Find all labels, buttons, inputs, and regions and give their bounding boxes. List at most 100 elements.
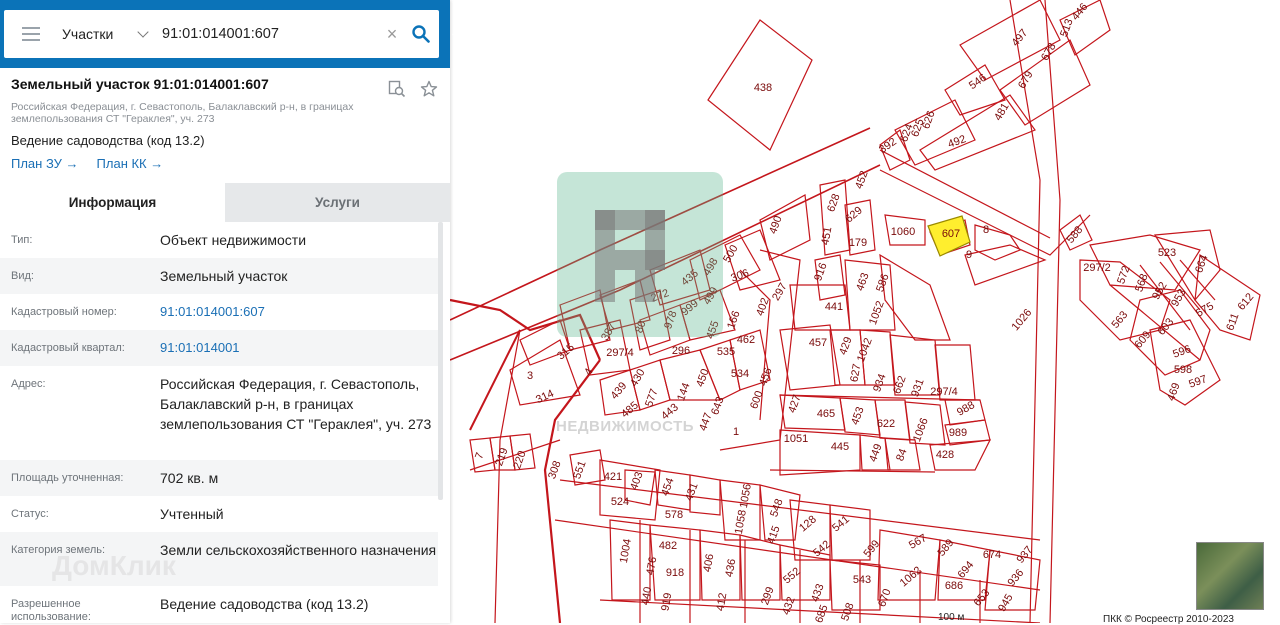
info-row-status: Статус: Учтенный xyxy=(0,496,438,532)
parcel-label: 685 xyxy=(813,603,831,623)
parcel-label: 9 xyxy=(966,249,972,261)
info-row-type: Тип: Объект недвижимости xyxy=(0,222,438,258)
info-value: Ведение садоводства (код 13.2) xyxy=(160,596,369,612)
parcel-address-short: Российская Федерация, г. Севастополь, Ба… xyxy=(11,101,354,125)
parcel-label: 916 xyxy=(812,261,830,282)
parcel-label: 508 xyxy=(839,601,857,622)
collapse-panel-button[interactable] xyxy=(448,18,465,50)
parcel-label: 451 xyxy=(819,226,834,246)
map-scale: 100 м xyxy=(938,612,965,623)
parcel-label: 315 xyxy=(555,341,577,362)
parcel-label: 653 xyxy=(971,587,992,609)
parcel-label: 1004 xyxy=(618,538,634,564)
rosreestr-watermark-logo xyxy=(557,172,723,337)
parcel-label: 297/4 xyxy=(606,347,634,359)
info-panel: Участки 91:01:014001:607 × Земельный уча… xyxy=(0,0,450,623)
search-box[interactable]: Участки 91:01:014001:607 × xyxy=(4,10,439,58)
parcel-label: 299 xyxy=(759,585,777,606)
parcel-label: 598 xyxy=(1174,364,1192,376)
parcel-purpose: Ведение садоводства (код 13.2) xyxy=(11,133,205,148)
parcel-label: 988 xyxy=(955,399,977,419)
parcel-label: 453 xyxy=(849,405,867,426)
parcel-label: 1051 xyxy=(784,433,808,445)
parcel-label: 497 xyxy=(1009,27,1030,49)
parcel-label: 588 xyxy=(1064,224,1085,246)
parcel-label: 1 xyxy=(733,426,739,438)
parcel-label: 952 xyxy=(1150,280,1170,302)
parcel-label: 220 xyxy=(511,449,529,470)
info-key: Статус: xyxy=(11,508,49,520)
info-row-cadastral-quarter: Кадастровый квартал: 91:01:014001 xyxy=(0,330,438,366)
parcel-label: 918 xyxy=(666,567,684,579)
parcel-label: 534 xyxy=(731,368,749,380)
parcel-label: 1060 xyxy=(891,226,915,238)
parcel-label: 628 xyxy=(825,192,843,213)
info-row-kind: Вид: Земельный участок xyxy=(0,258,438,294)
parcel-label: 457 xyxy=(809,337,827,349)
search-type-select[interactable]: Участки xyxy=(62,26,162,42)
parcel-label: 452 xyxy=(853,169,871,190)
parcel-label: 686 xyxy=(945,580,963,592)
parcel-label: 445 xyxy=(831,441,849,453)
parcel-label: 450 xyxy=(694,367,712,388)
parcel-label: 694 xyxy=(955,559,976,581)
search-button[interactable] xyxy=(403,25,439,43)
parcel-label: 436 xyxy=(723,558,738,578)
parcel-label: 492 xyxy=(946,133,967,151)
parcel-label: 476 xyxy=(644,556,659,576)
parcel-label: 674 xyxy=(983,549,1001,561)
domclick-watermark: ДомКлик xyxy=(52,550,176,581)
search-bar: Участки 91:01:014001:607 × xyxy=(0,0,450,68)
plan-kk-link[interactable]: План КК → xyxy=(97,156,164,171)
clear-icon[interactable]: × xyxy=(381,24,403,45)
menu-icon[interactable] xyxy=(22,27,40,41)
panel-scrollbar[interactable] xyxy=(438,222,443,500)
parcel-label: 403 xyxy=(628,470,646,491)
search-type-label: Участки xyxy=(62,26,114,42)
parcel-title: Земельный участок 91:01:014001:607 xyxy=(11,76,269,92)
plan-zu-link[interactable]: План ЗУ → xyxy=(11,156,79,171)
search-icon xyxy=(412,25,430,43)
cadastral-number-link[interactable]: 91:01:014001:607 xyxy=(160,294,438,330)
parcel-label: 627 xyxy=(848,363,863,383)
cadastral-quarter-link[interactable]: 91:01:014001 xyxy=(160,330,438,366)
parcel-label: 432 xyxy=(780,595,798,616)
parcel-label: 219 xyxy=(493,446,511,467)
parcel-label: 563 xyxy=(1109,309,1130,331)
search-input[interactable]: 91:01:014001:607 xyxy=(162,26,381,42)
parcel-label: 308 xyxy=(546,459,564,480)
parcel-label: 166 xyxy=(725,309,743,330)
parcel-label: 934 xyxy=(871,372,889,393)
tab-information[interactable]: Информация xyxy=(0,183,225,222)
satellite-layer-toggle[interactable] xyxy=(1196,542,1264,610)
tab-services[interactable]: Услуги xyxy=(225,183,450,222)
parcel-label: 296 xyxy=(672,345,690,357)
parcel-label: 1052 xyxy=(867,299,887,326)
info-key: Кадастровый квартал: xyxy=(11,342,125,354)
parcel-label: 523 xyxy=(1158,247,1176,259)
parcel-label: 297/2 xyxy=(1083,262,1111,274)
parcel-label: 297 xyxy=(770,281,790,303)
parcel-label: 482 xyxy=(659,540,677,552)
zoom-to-parcel-icon[interactable] xyxy=(388,80,406,98)
parcel-label: 449 xyxy=(867,442,885,463)
parcel-label: 612 xyxy=(1235,291,1256,313)
parcel-label: 578 xyxy=(665,509,683,521)
parcel-label: 392 xyxy=(877,136,899,156)
info-key: Адрес: xyxy=(11,378,46,390)
parcel-label: 306 xyxy=(729,267,750,285)
parcel-label: 1056 xyxy=(738,483,754,509)
parcel-card: Земельный участок 91:01:014001:607 Росси… xyxy=(11,76,441,171)
star-icon[interactable] xyxy=(420,80,438,98)
parcel-label: 535 xyxy=(717,346,735,358)
info-key: Вид: xyxy=(11,270,34,282)
info-value: Российская Федерация, г. Севастополь, Ба… xyxy=(160,376,432,432)
parcel-label: 586 xyxy=(874,272,892,293)
parcel-label: 3 xyxy=(527,370,533,382)
parcel-label: 446 xyxy=(1069,1,1090,23)
info-key: Тип: xyxy=(11,234,33,246)
parcel-label: 465 xyxy=(817,408,835,420)
parcel-label: 427 xyxy=(786,393,804,414)
parcel-label: 603 xyxy=(1155,316,1176,338)
parcel-label: 577 xyxy=(643,387,661,408)
